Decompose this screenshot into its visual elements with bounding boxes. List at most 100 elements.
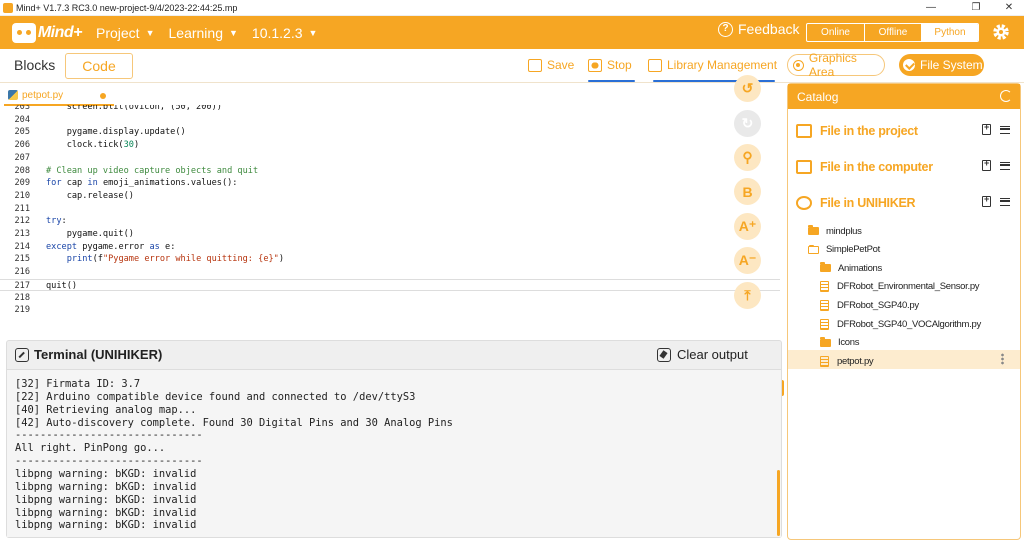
code-editor[interactable]: petpot.py 203 screen.blit(ovicon, (50, 2…	[0, 83, 785, 396]
scroll-top-icon[interactable]: ⤒	[734, 282, 761, 309]
close-icon[interactable]: ✕	[994, 0, 1024, 16]
new-file-icon[interactable]	[982, 158, 991, 171]
save-button[interactable]: Save	[528, 58, 574, 72]
mode-online[interactable]: Online	[807, 24, 864, 41]
redo-icon[interactable]: ↻	[734, 110, 761, 137]
learning-menu[interactable]: Learning ▼	[169, 25, 238, 41]
catalog-section[interactable]: File in the computer	[796, 158, 1014, 174]
stop-button[interactable]: Stop	[588, 58, 632, 72]
terminal-scrollbar[interactable]	[777, 470, 780, 536]
code-line[interactable]: 212 try:	[0, 215, 780, 228]
menu-icon[interactable]	[1000, 125, 1010, 134]
project-menu[interactable]: Project ▼	[96, 25, 155, 41]
check-icon	[903, 59, 915, 71]
catalog-section[interactable]: File in the project	[796, 122, 1014, 138]
code-line[interactable]: 207	[0, 152, 780, 165]
code-line[interactable]: 218	[0, 292, 780, 305]
menu-icon[interactable]	[1000, 197, 1010, 206]
mode-python[interactable]: Python	[921, 24, 978, 41]
file-tree-item[interactable]: DFRobot_SGP40_VOCAlgorithm.py	[820, 315, 981, 333]
code-line[interactable]: 203 screen.blit(ovicon, (50, 200))	[0, 105, 780, 114]
graphics-icon	[793, 59, 804, 71]
file-system-button[interactable]: File System	[899, 54, 984, 76]
code-token: screen.blit(ovicon, (50, 200))	[46, 105, 222, 112]
code-line[interactable]: 214 except pygame.error as e:	[0, 241, 780, 254]
code-line[interactable]: 208 # Clean up video capture objects and …	[0, 165, 780, 178]
undo-icon[interactable]: ↺	[734, 75, 761, 102]
stop-underline	[588, 80, 635, 82]
restore-icon[interactable]: ❐	[961, 0, 991, 16]
project-files-icon	[796, 124, 812, 138]
file-tree-item[interactable]: mindplus	[808, 222, 862, 240]
catalog-title: Catalog	[797, 89, 839, 104]
code-line[interactable]: 216	[0, 266, 780, 279]
file-icon	[820, 318, 829, 330]
line-number: 205	[14, 127, 30, 138]
new-file-icon[interactable]	[982, 122, 991, 135]
tab-blocks[interactable]: Blocks	[14, 55, 55, 76]
code-line[interactable]: 219	[0, 304, 780, 316]
code-token: for	[46, 178, 62, 189]
menu-icon[interactable]	[1000, 161, 1010, 170]
version-menu[interactable]: 10.1.2.3 ▼	[252, 25, 318, 41]
line-number: 207	[14, 152, 30, 163]
code-line[interactable]: 210 cap.release()	[0, 190, 780, 203]
refresh-icon[interactable]	[1000, 90, 1012, 102]
terminal-line: [42] Auto-discovery complete. Found 30 D…	[15, 416, 453, 429]
code-line[interactable]: 217 quit()	[0, 278, 780, 292]
file-tree-item[interactable]: SimplePetPot	[808, 241, 880, 259]
file-tree-item[interactable]: DFRobot_Environmental_Sensor.py	[820, 278, 980, 296]
minimize-icon[interactable]: —	[916, 0, 946, 16]
file-icon	[820, 299, 829, 311]
code-line[interactable]: 204	[0, 114, 780, 127]
folder-icon	[820, 336, 831, 347]
search-icon[interactable]: ⚲	[734, 144, 761, 171]
code-line[interactable]: 215 print(f"Pygame error while quitting:…	[0, 253, 780, 266]
stop-icon	[588, 58, 602, 72]
feedback-label: Feedback	[738, 21, 800, 37]
file-tree-item[interactable]: petpot.py	[820, 352, 874, 370]
code-token: cap.release()	[46, 190, 134, 201]
new-file-icon[interactable]	[982, 194, 991, 207]
file-tab[interactable]: petpot.py	[4, 86, 114, 106]
file-tree-label: mindplus	[826, 225, 862, 237]
catalog-section[interactable]: File in UNIHIKER	[796, 194, 1014, 210]
catalog-section-label: File in the project	[820, 124, 918, 138]
mode-offline[interactable]: Offline	[864, 24, 921, 41]
file-tree-item[interactable]: Icons	[820, 334, 860, 352]
code-token: # Clean up video capture objects and qui…	[46, 165, 259, 176]
code-line[interactable]: 211	[0, 203, 780, 216]
file-tree-item[interactable]: Animations	[820, 259, 882, 277]
more-options-icon[interactable]	[1001, 353, 1004, 365]
code-line[interactable]: 213 pygame.quit()	[0, 228, 780, 241]
bold-icon[interactable]: B	[734, 178, 761, 205]
window-title: Mind+ V1.7.3 RC3.0 new-project-9/4/2023-…	[16, 2, 238, 13]
file-tree-label: SimplePetPot	[826, 244, 880, 256]
clear-output-button[interactable]: Clear output	[657, 347, 748, 362]
feedback-button[interactable]: ? Feedback	[718, 21, 799, 37]
font-decrease-icon[interactable]: A⁻	[734, 247, 761, 274]
library-icon	[648, 58, 662, 72]
file-tree-item[interactable]: DFRobot_SGP40.py	[820, 296, 919, 314]
terminal-header: Terminal (UNIHIKER) Clear output	[7, 341, 781, 369]
code-area[interactable]: 203 screen.blit(ovicon, (50, 200)) 204 205…	[0, 105, 780, 316]
unsaved-dot	[100, 93, 106, 99]
graphics-area-button[interactable]: Graphics Area	[787, 51, 885, 79]
title-bar: Mind+ V1.7.3 RC3.0 new-project-9/4/2023-…	[0, 0, 1024, 16]
tab-code[interactable]: Code	[65, 53, 133, 79]
code-line[interactable]: 206 clock.tick(30)	[0, 139, 780, 152]
line-number: 210	[14, 190, 30, 201]
code-line[interactable]: 209 for cap in emoji_animations.values():	[0, 177, 780, 190]
library-management-button[interactable]: Library Management	[648, 58, 777, 72]
line-number: 214	[14, 241, 30, 252]
terminal-line: ------------------------------	[15, 455, 203, 468]
code-line[interactable]: 205 pygame.display.update()	[0, 126, 780, 139]
font-increase-icon[interactable]: A⁺	[734, 213, 761, 240]
gear-icon[interactable]	[991, 22, 1011, 42]
code-token: as	[149, 241, 160, 252]
mode-switch: Online Offline Python	[806, 23, 979, 42]
main-toolbar: Mind+ Project ▼ Learning ▼ 10.1.2.3 ▼ ? Fee…	[0, 16, 1024, 49]
line-number: 212	[14, 216, 30, 227]
stop-label: Stop	[607, 58, 632, 72]
terminal-output[interactable]: [32] Firmata ID: 3.7 [22] Arduino compati…	[7, 369, 781, 537]
